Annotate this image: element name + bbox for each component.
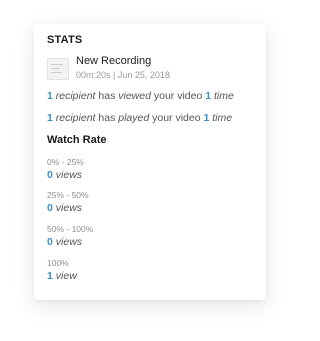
watch-rate-unit: views (55, 202, 83, 214)
stats-title: STATS (47, 34, 83, 46)
watch-rate-range-0-25: 0% - 25% (47, 157, 84, 167)
watch-rate-count: 1 (47, 270, 53, 282)
played-recipient-word: recipient (55, 112, 96, 124)
watch-rate-unit: view (55, 270, 77, 282)
viewed-recipient-word: recipient (55, 90, 96, 102)
viewed-rest: your video (153, 90, 203, 102)
played-has: has (98, 112, 116, 124)
played-stat: 1 recipient has played your video 1 time (47, 112, 232, 124)
viewed-recipient-count: 1 (47, 90, 53, 102)
recording-name[interactable]: New Recording (76, 55, 151, 67)
viewed-action: viewed (118, 90, 151, 102)
played-times-count: 1 (203, 112, 210, 124)
watch-rate-count: 0 (47, 169, 53, 181)
watch-rate-views-50-100: 0 views (47, 236, 82, 248)
viewed-time-word: time (214, 90, 234, 102)
watch-rate-range-50-100: 50% - 100% (47, 224, 94, 234)
watch-rate-views-25-50: 0 views (47, 202, 82, 214)
recording-meta: 00m:20s | Jun 25, 2018 (76, 70, 170, 80)
played-action: played (118, 112, 150, 124)
viewed-has: has (98, 90, 116, 102)
watch-rate-unit: views (55, 169, 83, 181)
watch-rate-range-25-50: 25% - 50% (47, 190, 89, 200)
played-recipient-count: 1 (47, 112, 53, 124)
watch-rate-count: 0 (47, 236, 53, 248)
watch-rate-title: Watch Rate (47, 134, 107, 146)
watch-rate-count: 0 (47, 202, 53, 214)
watch-rate-views-0-25: 0 views (47, 169, 82, 181)
viewed-times-count: 1 (205, 90, 212, 102)
recording-thumbnail[interactable] (47, 58, 69, 80)
played-time-word: time (212, 112, 233, 124)
stats-card: STATS New Recording 00m:20s | Jun 25, 20… (34, 24, 266, 300)
watch-rate-range-100: 100% (47, 258, 69, 268)
viewed-stat: 1 recipient has viewed your video 1 time (47, 90, 234, 102)
watch-rate-unit: views (55, 236, 83, 248)
watch-rate-views-100: 1 view (47, 270, 77, 282)
played-rest: your video (152, 112, 201, 124)
